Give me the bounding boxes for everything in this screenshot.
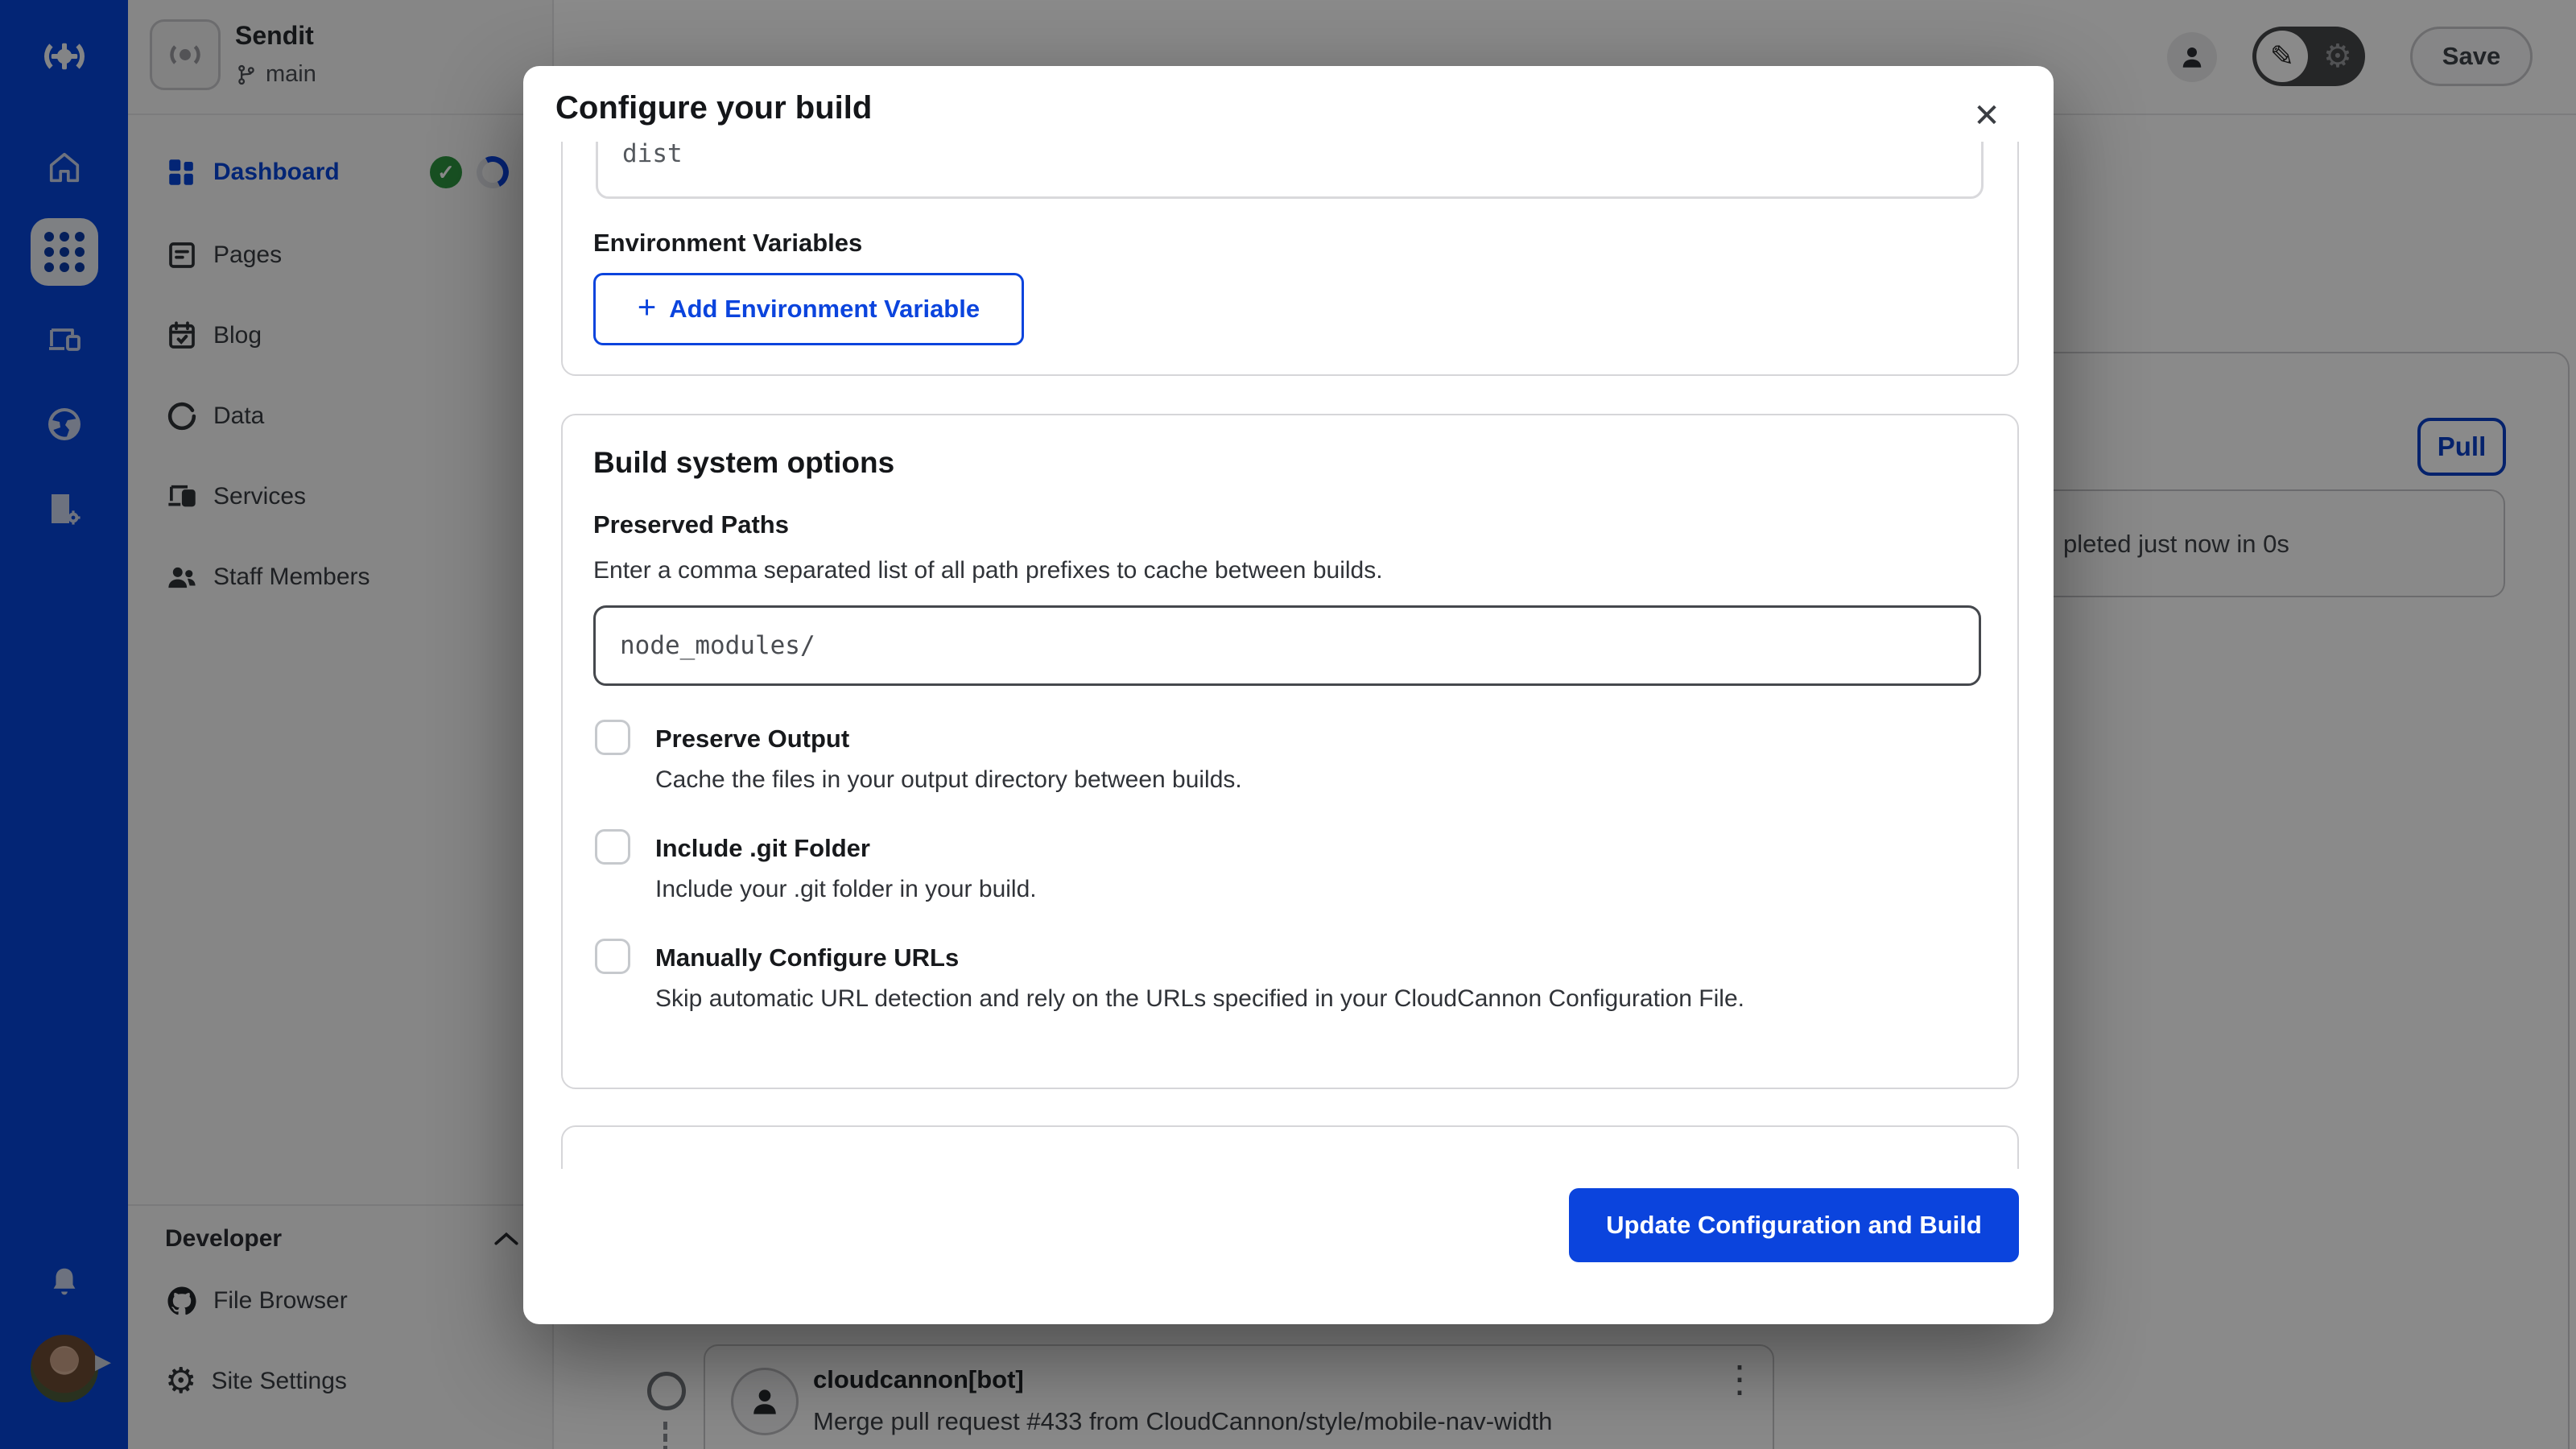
build-config-section: dist Environment Variables + Add Environ… [561,142,2019,376]
preserved-paths-label: Preserved Paths [593,510,789,539]
preserve-output-checkbox[interactable] [595,720,630,755]
env-variables-label: Environment Variables [593,229,862,258]
plus-icon: + [638,290,656,326]
update-configuration-and-build-button[interactable]: Update Configuration and Build [1569,1188,2019,1262]
next-section-card [561,1125,2019,1169]
close-icon[interactable]: ✕ [1964,93,2009,138]
build-system-options-heading: Build system options [593,446,894,480]
preserve-output-desc: Cache the files in your output directory… [655,766,1242,794]
build-system-options-section: Build system options Preserved Paths Ent… [561,414,2019,1089]
manually-configure-urls-label: Manually Configure URLs [655,943,959,972]
preserved-paths-input[interactable]: node_modules/ [593,605,1981,686]
include-git-folder-label: Include .git Folder [655,834,870,863]
modal-scroll-area[interactable]: dist Environment Variables + Add Environ… [523,142,2054,1169]
include-git-folder-desc: Include your .git folder in your build. [655,876,1037,903]
manually-configure-urls-checkbox[interactable] [595,939,630,974]
modal-title: Configure your build [555,90,872,126]
include-git-folder-checkbox[interactable] [595,829,630,865]
preserve-output-label: Preserve Output [655,724,849,753]
preserved-paths-help: Enter a comma separated list of all path… [593,557,1383,584]
add-environment-variable-button[interactable]: + Add Environment Variable [593,273,1024,345]
add-environment-variable-label: Add Environment Variable [669,295,980,324]
manually-configure-urls-desc: Skip automatic URL detection and rely on… [655,985,1744,1013]
configure-build-modal: Configure your build ✕ dist Environment … [523,66,2054,1324]
app-root: ▶ Sendit main [0,0,2576,1449]
output-directory-input[interactable]: dist [596,142,1984,199]
